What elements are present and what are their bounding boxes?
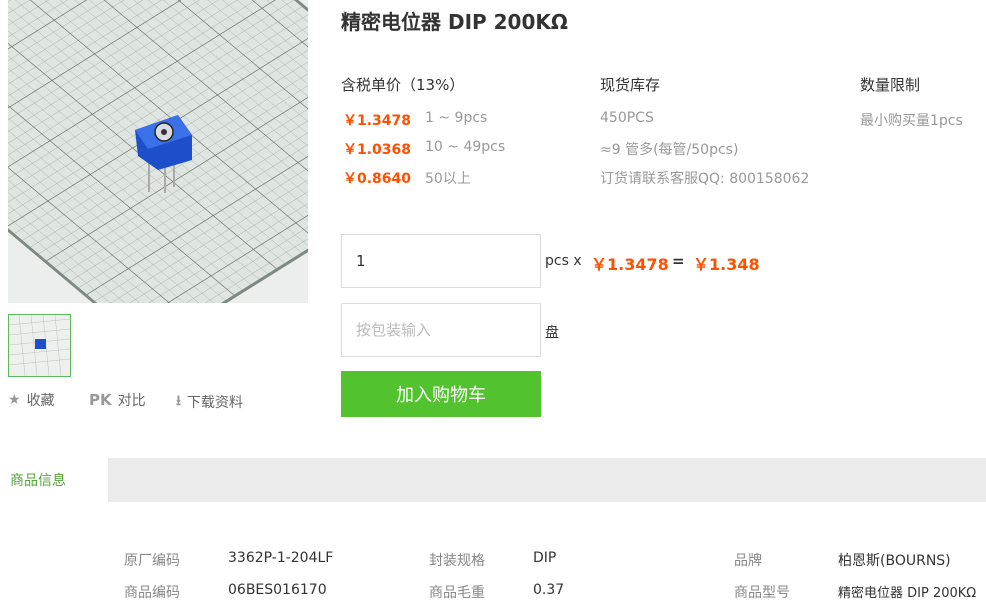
tier-range: 10 ~ 49pcs (425, 139, 506, 155)
spec-label: 品牌 (734, 553, 762, 569)
stock-contact: 订货请联系客服QQ: 800158062 (600, 171, 810, 187)
tier-price: ￥1.3478 (343, 113, 412, 129)
pk-icon: PK (89, 391, 112, 409)
spec-value: 3362P-1-204LF (228, 550, 334, 566)
unit-price: ￥1.3478 (591, 255, 669, 274)
stock-header: 现货库存 (600, 76, 661, 94)
download-label: 下载资料 (186, 395, 243, 411)
spec-value: DIP (533, 550, 557, 566)
spec-label: 原厂编码 (124, 553, 180, 569)
tier-range: 1 ~ 9pcs (425, 110, 488, 126)
add-to-cart-button[interactable]: 加入购物车 (341, 371, 541, 417)
spec-value: 0.37 (533, 582, 565, 598)
spec-label: 商品型号 (734, 585, 790, 601)
download-action[interactable]: ⭳ 下载资料 (176, 390, 243, 414)
equals-sign: = (672, 252, 685, 270)
limit-header: 数量限制 (860, 76, 921, 94)
spec-value: 精密电位器 DIP 200KΩ (838, 586, 977, 601)
favorite-action[interactable]: ★ 收藏 (8, 390, 55, 410)
price-header: 含税单价（13%） (341, 76, 465, 94)
quantity-input[interactable] (342, 235, 540, 287)
favorite-label: 收藏 (26, 393, 55, 409)
star-icon: ★ (8, 392, 21, 408)
tab-bar (0, 458, 986, 502)
thumbnail-photo (9, 315, 70, 376)
spec-value: 06BES016170 (228, 582, 327, 598)
quantity-field (341, 234, 541, 288)
product-image[interactable] (8, 0, 308, 303)
unit-label: pcs x (545, 253, 582, 269)
tier-range: 50以上 (425, 171, 471, 187)
tab-product-info[interactable]: 商品信息 (0, 458, 108, 502)
package-unit: 盘 (545, 325, 559, 341)
tier-price: ￥0.8640 (343, 171, 412, 187)
compare-label: 对比 (117, 393, 146, 409)
total-price: ￥1.348 (693, 255, 760, 274)
package-field (341, 303, 541, 357)
download-icon: ⭳ (176, 393, 181, 409)
brand-link[interactable]: 柏恩斯(BOURNS) (838, 550, 951, 570)
compare-action[interactable]: PK 对比 (89, 390, 146, 410)
spec-label: 商品编码 (124, 585, 180, 601)
stock-quantity: 450PCS (600, 110, 654, 126)
min-order: 最小购买量1pcs (860, 113, 963, 129)
product-thumbnail[interactable] (8, 314, 71, 377)
tier-price: ￥1.0368 (343, 142, 412, 158)
spec-label: 商品毛重 (429, 585, 485, 601)
product-photo (8, 0, 308, 303)
product-title: 精密电位器 DIP 200KΩ (341, 10, 568, 34)
package-input[interactable] (342, 304, 540, 356)
spec-label: 封装规格 (429, 553, 485, 569)
stock-tubes: ≈9 管多(每管/50pcs) (600, 142, 739, 158)
